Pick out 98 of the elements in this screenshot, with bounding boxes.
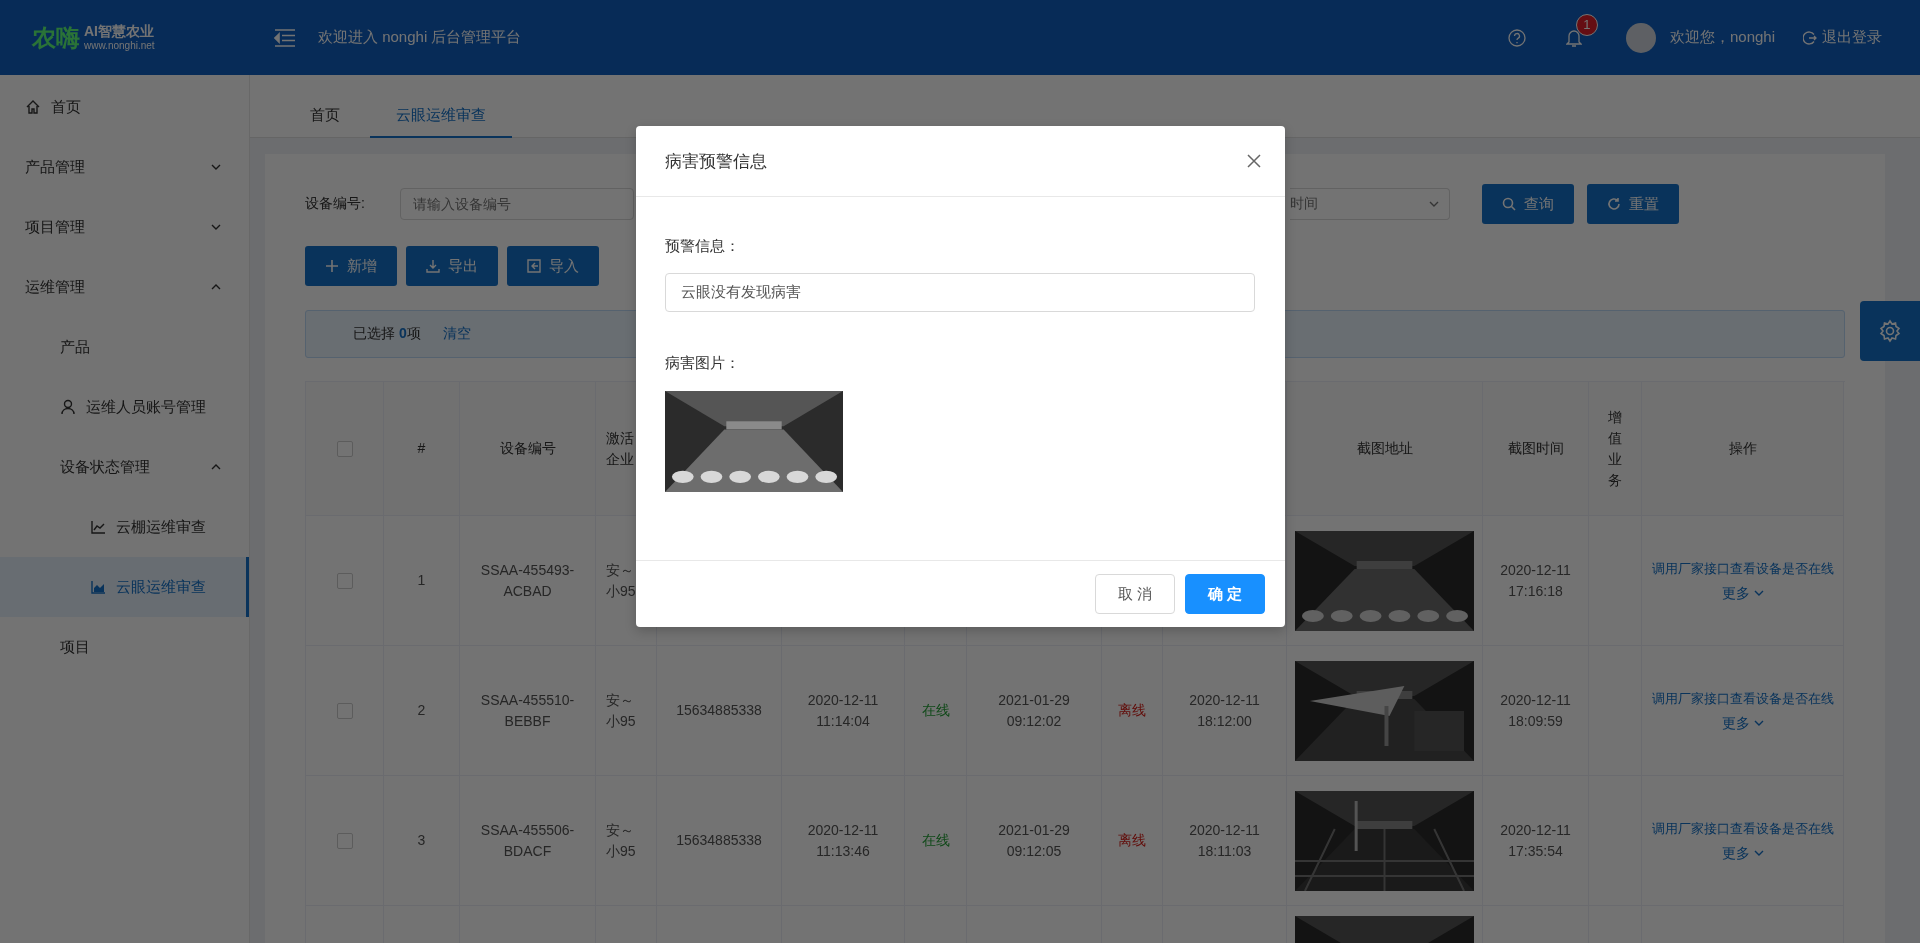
status-text: 在线 (921, 701, 950, 720)
cancel-button[interactable]: 取 消 (1095, 574, 1175, 614)
close-icon (1247, 154, 1261, 168)
line-chart-icon (90, 519, 106, 535)
check-online-link[interactable]: 调用厂家接口查看设备是否在线 (1651, 557, 1834, 579)
reset-button[interactable]: 重置 (1587, 184, 1679, 224)
table-cell-text: 安～小95 (606, 690, 637, 731)
status-text: 在线 (921, 831, 950, 850)
sidebar-item[interactable]: 产品管理 (0, 137, 249, 197)
table-cell-text: 3 (417, 831, 426, 850)
chevron-down-icon (211, 222, 221, 232)
tab[interactable]: 云眼运维审查 (370, 94, 512, 138)
table-cell-text: SSAA-455506-BDACF (479, 820, 576, 861)
logo-url: www.nonghi.net (84, 39, 155, 51)
table-cell-text: 2020-12-11 18:11:03 (1188, 820, 1261, 861)
time-select[interactable]: 时间 (1290, 188, 1450, 220)
table-cell-text: 1 (417, 571, 426, 590)
table-cell-text: 2020-12-11 18:09:59 (1499, 690, 1572, 731)
search-icon (1502, 197, 1516, 211)
logout-icon (1803, 30, 1817, 45)
column-header: 操作 (1728, 439, 1757, 458)
status-text: 离线 (1118, 831, 1146, 850)
sidebar-item[interactable]: 运维人员账号管理 (0, 377, 249, 437)
clear-link[interactable]: 清空 (442, 325, 471, 343)
chevron-down-icon (1429, 199, 1439, 209)
table-cell-text: 2021-01-29 09:12:02 (997, 690, 1071, 731)
column-header: 截图时间 (1507, 439, 1564, 458)
bell-icon[interactable] (1565, 27, 1582, 48)
table-cell-text: 2020-12-11 17:16:18 (1499, 560, 1572, 601)
tab[interactable]: 首页 (280, 94, 370, 138)
more-dropdown[interactable]: 更多 (1721, 842, 1764, 864)
table-cell-text: 2020-12-11 11:14:04 (806, 690, 880, 731)
logout-button[interactable]: 退出登录 (1803, 28, 1882, 47)
confirm-button[interactable]: 确 定 (1185, 574, 1265, 614)
chevron-down-icon (1753, 588, 1764, 598)
table-cell-text: 2020-12-11 18:12:00 (1188, 690, 1261, 731)
table-cell-text: 安～小95 (606, 560, 637, 601)
table-cell-text: 15634885338 (676, 701, 762, 720)
table-cell-text: SSAA-455493-ACBAD (479, 560, 576, 601)
home-icon (25, 99, 41, 115)
device-id-field[interactable]: 请输入设备编号 (400, 188, 634, 220)
help-icon[interactable] (1507, 28, 1526, 47)
avatar[interactable] (1625, 22, 1656, 53)
chevron-up-icon (211, 282, 221, 292)
logo-title: AI智慧农业 (84, 24, 155, 40)
column-header: 增值业务 (1608, 407, 1622, 490)
close-button[interactable] (1247, 154, 1261, 168)
more-dropdown[interactable]: 更多 (1721, 712, 1764, 734)
table-cell-text: 2 (417, 701, 426, 720)
sidebar-item[interactable]: 运维管理 (0, 257, 249, 317)
sidebar-item[interactable]: 云棚运维审查 (0, 497, 249, 557)
sidebar-item[interactable]: 产品 (0, 317, 249, 377)
reload-icon (1607, 197, 1621, 211)
field-label: 病害图片： (665, 354, 741, 373)
sidebar-item[interactable]: 首页 (0, 77, 249, 137)
warning-info-field[interactable]: 云眼没有发现病害 (665, 273, 1255, 312)
add-button[interactable]: 新增 (305, 246, 397, 286)
page-title: 欢迎进入 nonghi 后台管理平台 (318, 28, 523, 47)
menu-toggle-button[interactable] (274, 28, 296, 47)
chevron-up-icon (211, 462, 221, 472)
greeting: 欢迎您，nonghi (1669, 28, 1775, 47)
selection-count: 已选择 0项 (353, 325, 421, 343)
table-cell-text: 2020-12-11 17:35:54 (1499, 820, 1572, 861)
sidebar-item[interactable]: 项目管理 (0, 197, 249, 257)
table-cell-text: 2020-12-11 11:13:46 (806, 820, 880, 861)
download-icon (426, 259, 440, 273)
check-online-link[interactable]: 调用厂家接口查看设备是否在线 (1651, 817, 1834, 839)
chevron-down-icon (1753, 848, 1764, 858)
status-text: 离线 (1118, 701, 1146, 720)
column-header: 设备编号 (499, 439, 556, 458)
export-button[interactable]: 导出 (406, 246, 498, 286)
menu-icon (274, 28, 296, 47)
settings-icon[interactable] (1878, 319, 1902, 343)
table-cell-text: 安～小95 (606, 820, 637, 861)
column-header: 激活企业 (606, 428, 635, 469)
area-chart-icon (90, 579, 106, 595)
table-cell-text: 15634885338 (676, 831, 762, 850)
chevron-down-icon (1753, 718, 1764, 728)
search-button[interactable]: 查询 (1482, 184, 1574, 224)
field-label: 预警信息： (665, 237, 741, 256)
notification-badge: 1 (1575, 13, 1598, 36)
import-icon (527, 259, 541, 273)
chevron-down-icon (211, 162, 221, 172)
logo-mark: 农嗨 (32, 22, 80, 53)
plus-icon (325, 259, 339, 273)
field-label: 设备编号: (305, 195, 366, 213)
sidebar-item[interactable]: 项目 (0, 617, 249, 677)
import-button[interactable]: 导入 (507, 246, 599, 286)
sidebar-item[interactable]: 设备状态管理 (0, 437, 249, 497)
user-icon (60, 399, 76, 415)
dialog-title: 病害预警信息 (665, 150, 767, 173)
more-dropdown[interactable]: 更多 (1721, 582, 1764, 604)
table-cell-text: 2021-01-29 09:12:05 (997, 820, 1071, 861)
check-online-link[interactable]: 调用厂家接口查看设备是否在线 (1651, 687, 1834, 709)
column-header: # (417, 439, 426, 458)
sidebar-item[interactable]: 云眼运维审查 (0, 557, 249, 617)
column-header: 截图地址 (1356, 439, 1413, 458)
table-cell-text: SSAA-455510-BEBBF (479, 690, 576, 731)
